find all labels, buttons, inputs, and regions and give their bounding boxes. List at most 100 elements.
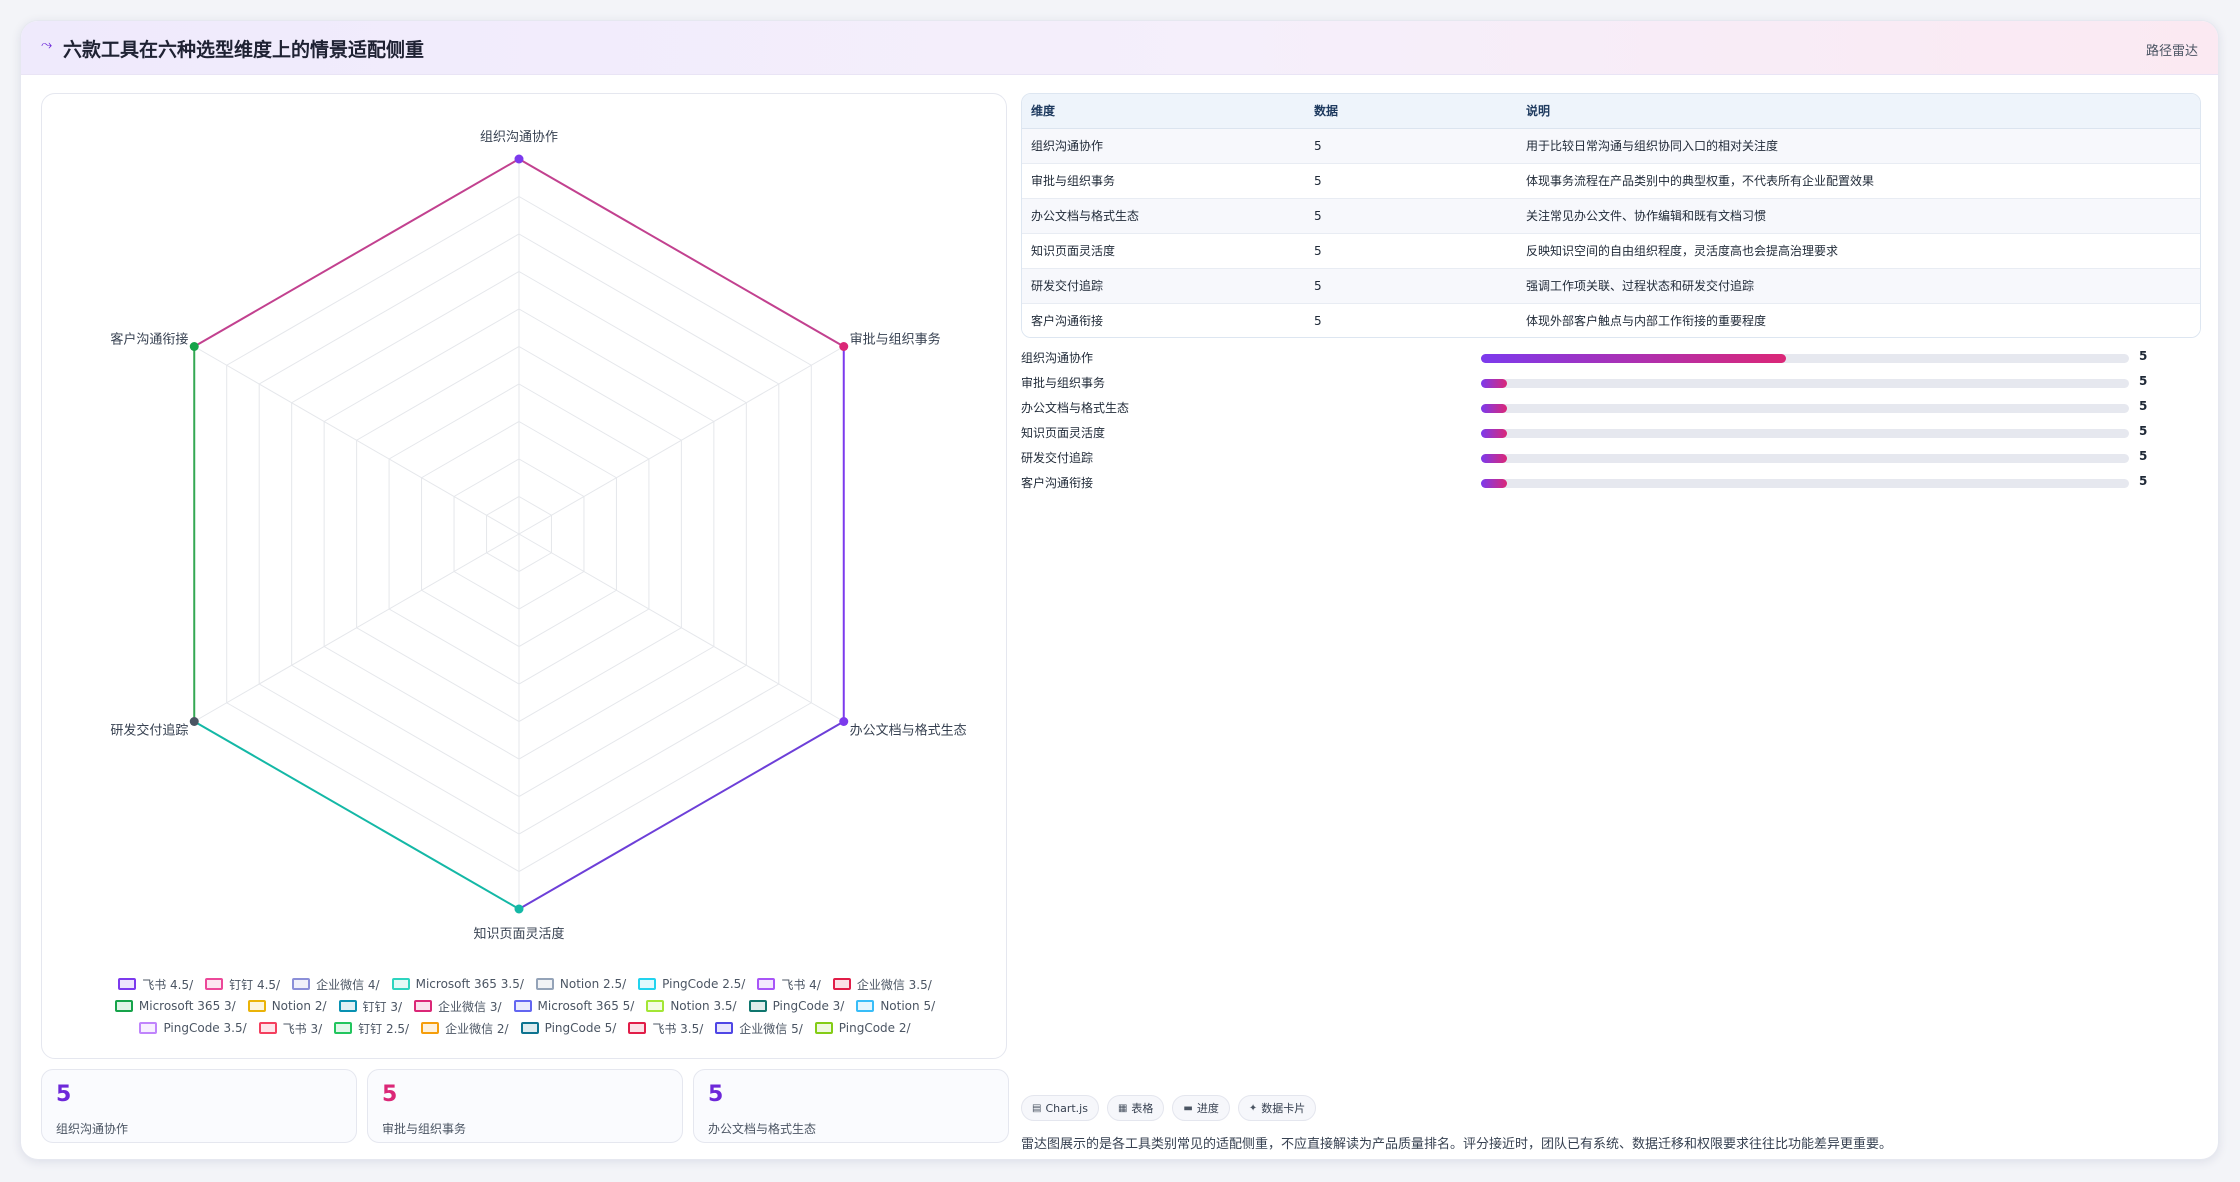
chip-progress[interactable]: ▬ 进度 xyxy=(1172,1095,1230,1121)
legend-swatch xyxy=(628,1022,647,1034)
progress-icon: ▬ xyxy=(1183,1102,1193,1114)
radar-card: ⤳ 六款工具在六种选型维度上的情景适配侧重 路径雷达 组织沟通协作 审批与组织事务… xyxy=(20,20,2219,1160)
table-cell: 5 xyxy=(1305,128,1517,164)
legend-item[interactable]: 飞书 4/ xyxy=(757,976,821,992)
legend-label: 钉钉 3/ xyxy=(362,999,403,1014)
progress-label: 研发交付追踪 xyxy=(1021,451,1094,465)
legend-item[interactable]: Microsoft 365 3/ xyxy=(114,998,236,1014)
feature-chips: ▤ Chart.js ▦ 表格 ▬ 进度 ✦ 数据卡片 xyxy=(1021,1095,1324,1121)
stat-label: 办公文档与格式生态 xyxy=(708,1122,817,1136)
progress-row: 办公文档与格式生态 5 xyxy=(1021,395,2147,420)
legend-item[interactable]: 钉钉 3/ xyxy=(338,998,403,1014)
legend-item[interactable]: PingCode 3/ xyxy=(748,998,845,1014)
table-cell: 体现外部客户触点与内部工作衔接的重要程度 xyxy=(1517,303,2200,337)
stat-card-1: 5 组织沟通协作 xyxy=(41,1069,357,1143)
legend-swatch xyxy=(638,978,657,990)
legend-item[interactable]: 企业微信 2/ xyxy=(421,1020,509,1036)
radar-axis-label: 研发交付追踪 xyxy=(110,723,188,739)
table-cell: 研发交付追踪 xyxy=(1022,268,1305,304)
legend-swatch xyxy=(334,1022,353,1034)
legend-item[interactable]: 飞书 3/ xyxy=(258,1020,322,1036)
legend-item[interactable]: 企业微信 5/ xyxy=(715,1020,803,1036)
legend-swatch xyxy=(832,978,851,990)
progress-row: 审批与组织事务 5 xyxy=(1021,370,2147,395)
legend-swatch xyxy=(114,1000,133,1012)
legend-item[interactable]: 企业微信 4/ xyxy=(292,976,380,992)
chip-table[interactable]: ▦ 表格 xyxy=(1106,1095,1165,1121)
stat-value: 5 xyxy=(382,1082,398,1107)
legend-item[interactable]: PingCode 2.5/ xyxy=(638,976,745,992)
legend-label: 钉钉 4.5/ xyxy=(229,977,281,992)
radar-data-point xyxy=(839,342,849,351)
radar-axis-label: 知识页面灵活度 xyxy=(473,926,564,942)
legend-item[interactable]: Notion 2.5/ xyxy=(535,976,627,992)
progress-row: 客户沟通衔接 5 xyxy=(1021,470,2147,495)
legend-item[interactable]: 飞书 4.5/ xyxy=(118,976,193,992)
legend-item[interactable]: 飞书 3.5/ xyxy=(628,1020,703,1036)
legend-label: Notion 2/ xyxy=(271,999,327,1013)
progress-row: 组织沟通协作 5 xyxy=(1021,345,2147,370)
legend-label: PingCode 3/ xyxy=(772,999,845,1013)
radar-chart[interactable]: 组织沟通协作审批与组织事务办公文档与格式生态知识页面灵活度 研发交付追踪客户沟通衔… xyxy=(42,94,1008,974)
progress-value: 5 xyxy=(2139,474,2148,488)
table-icon: ▦ xyxy=(1117,1102,1128,1114)
legend-swatch xyxy=(535,978,554,990)
card-icon: ✦ xyxy=(1248,1102,1258,1114)
radar-axis-label: 客户沟通衔接 xyxy=(110,332,188,348)
stat-card-3: 5 办公文档与格式生态 xyxy=(693,1069,1009,1143)
legend-item[interactable]: Notion 5/ xyxy=(856,998,935,1014)
progress-fill xyxy=(1481,379,1507,388)
progress-label: 组织沟通协作 xyxy=(1021,351,1094,365)
chart-type-tag: 路径雷达 xyxy=(2145,44,2198,59)
progress-label: 客户沟通衔接 xyxy=(1021,476,1094,490)
legend-item[interactable]: PingCode 5/ xyxy=(520,1020,616,1036)
legend-label: PingCode 2.5/ xyxy=(662,977,746,991)
legend-item[interactable]: Microsoft 365 3.5/ xyxy=(391,976,524,992)
progress-label: 审批与组织事务 xyxy=(1021,376,1106,390)
table-cell: 知识页面灵活度 xyxy=(1022,233,1305,269)
legend-swatch xyxy=(292,978,311,990)
table-row: 组织沟通协作 5 用于比较日常沟通与组织协同入口的相对关注度 xyxy=(1022,128,2200,164)
stat-value: 5 xyxy=(56,1082,72,1107)
legend-item[interactable]: 企业微信 3.5/ xyxy=(832,976,932,992)
legend-swatch xyxy=(118,978,137,990)
table-cell: 组织沟通协作 xyxy=(1022,128,1305,164)
progress-value: 5 xyxy=(2139,424,2148,438)
legend-item[interactable]: 企业微信 3/ xyxy=(414,998,502,1014)
progress-fill xyxy=(1481,404,1507,413)
legend-item[interactable]: 钉钉 2.5/ xyxy=(334,1020,409,1036)
progress-fill xyxy=(1481,454,1507,463)
chip-label: 进度 xyxy=(1196,1102,1219,1115)
legend-item[interactable]: Notion 3.5/ xyxy=(646,998,737,1014)
radar-data-point xyxy=(839,717,849,726)
legend-label: Microsoft 365 5/ xyxy=(537,999,635,1013)
legend-label: 企业微信 5/ xyxy=(739,1021,803,1036)
legend-label: Notion 2.5/ xyxy=(559,977,627,991)
legend-item[interactable]: PingCode 2/ xyxy=(814,1020,911,1036)
card-header: ⤳ 六款工具在六种选型维度上的情景适配侧重 路径雷达 xyxy=(21,21,2218,75)
table-row: 研发交付追踪 5 强调工作项关联、过程状态和研发交付追踪 xyxy=(1022,268,2200,304)
radar-series-edge xyxy=(193,158,520,348)
table-cell: 客户沟通衔接 xyxy=(1022,303,1305,337)
legend-swatch xyxy=(414,1000,432,1012)
legend-label: 企业微信 3.5/ xyxy=(856,977,932,992)
legend-item[interactable]: PingCode 3.5/ xyxy=(139,1020,247,1036)
legend-label: 企业微信 2/ xyxy=(445,1021,509,1036)
chip-card[interactable]: ✦ 数据卡片 xyxy=(1237,1095,1317,1121)
legend-swatch xyxy=(247,1000,266,1012)
column-header: 数据 xyxy=(1305,94,1517,129)
progress-track xyxy=(1481,454,2129,463)
chip-label: Chart.js xyxy=(1045,1101,1088,1115)
progress-label: 知识页面灵活度 xyxy=(1021,426,1106,440)
column-header: 维度 xyxy=(1022,94,1305,129)
table-cell: 用于比较日常沟通与组织协同入口的相对关注度 xyxy=(1517,128,2200,164)
legend-swatch xyxy=(421,1022,440,1034)
chip-chart[interactable]: ▤ Chart.js xyxy=(1021,1095,1099,1121)
legend-item[interactable]: 钉钉 4.5/ xyxy=(205,976,280,992)
progress-row: 知识页面灵活度 5 xyxy=(1021,420,2147,445)
legend-item[interactable]: Notion 2/ xyxy=(247,998,327,1014)
legend-item[interactable]: Microsoft 365 5/ xyxy=(513,998,635,1014)
legend-swatch xyxy=(748,1000,767,1012)
chip-label: 表格 xyxy=(1131,1102,1154,1115)
progress-fill xyxy=(1481,429,1507,438)
